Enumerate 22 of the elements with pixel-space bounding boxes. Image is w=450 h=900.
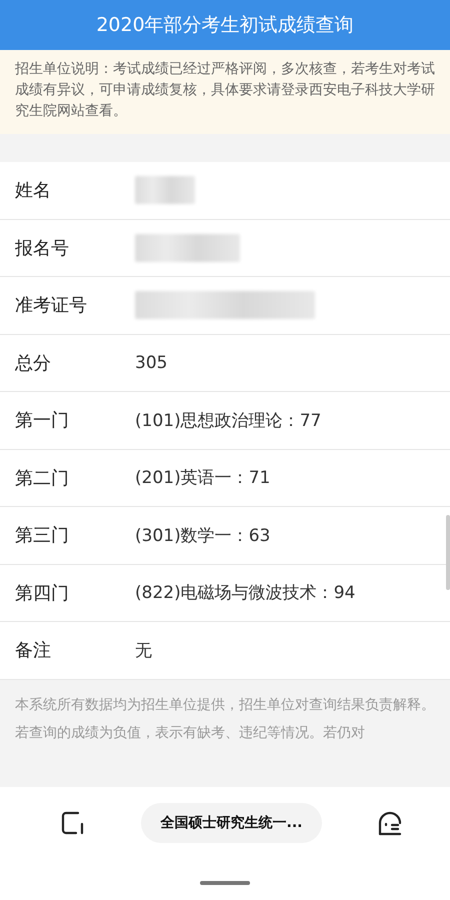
field-label: 总分 — [15, 352, 52, 375]
field-value: 无 — [135, 640, 152, 662]
field-label: 准考证号 — [15, 294, 88, 318]
blurred-value — [135, 176, 195, 204]
field-value: 305 — [135, 352, 168, 373]
footer-note: 若查询的成绩为负值，表示有缺考、违纪等情况。若仍对 — [15, 724, 366, 742]
tabs-icon[interactable] — [60, 810, 86, 836]
field-label: 第四门 — [15, 582, 70, 605]
field-label: 第二门 — [15, 466, 70, 490]
field-label: 第三门 — [15, 524, 70, 548]
field-label: 姓名 — [15, 179, 52, 202]
page-title: 2020年部分考生初试成绩查询 — [96, 13, 354, 38]
field-value: (101)思想政治理论：77 — [135, 410, 322, 432]
field-label: 报名号 — [15, 236, 70, 260]
field-label: 第一门 — [15, 409, 70, 432]
page-title-button[interactable]: 全国硕士研究生统一... — [140, 803, 322, 843]
field-value: (301)数学一：63 — [135, 524, 270, 547]
field-value: (201)英语一：71 — [135, 467, 270, 490]
notice-text: 招生单位说明：考试成绩已经过严格评阅，多次核查，若考生对考试成绩有异议，可申请成绩复核，具体要求请登录西安电子科技大学研究生院网站查看。 — [15, 60, 435, 121]
footer-note: 本系统所有数据均为招生单位提供，招生单位对查询结果负责解释。 — [15, 696, 435, 714]
field-label: 备注 — [15, 639, 52, 662]
field-value: (822)电磁场与微波技术：94 — [135, 582, 356, 604]
